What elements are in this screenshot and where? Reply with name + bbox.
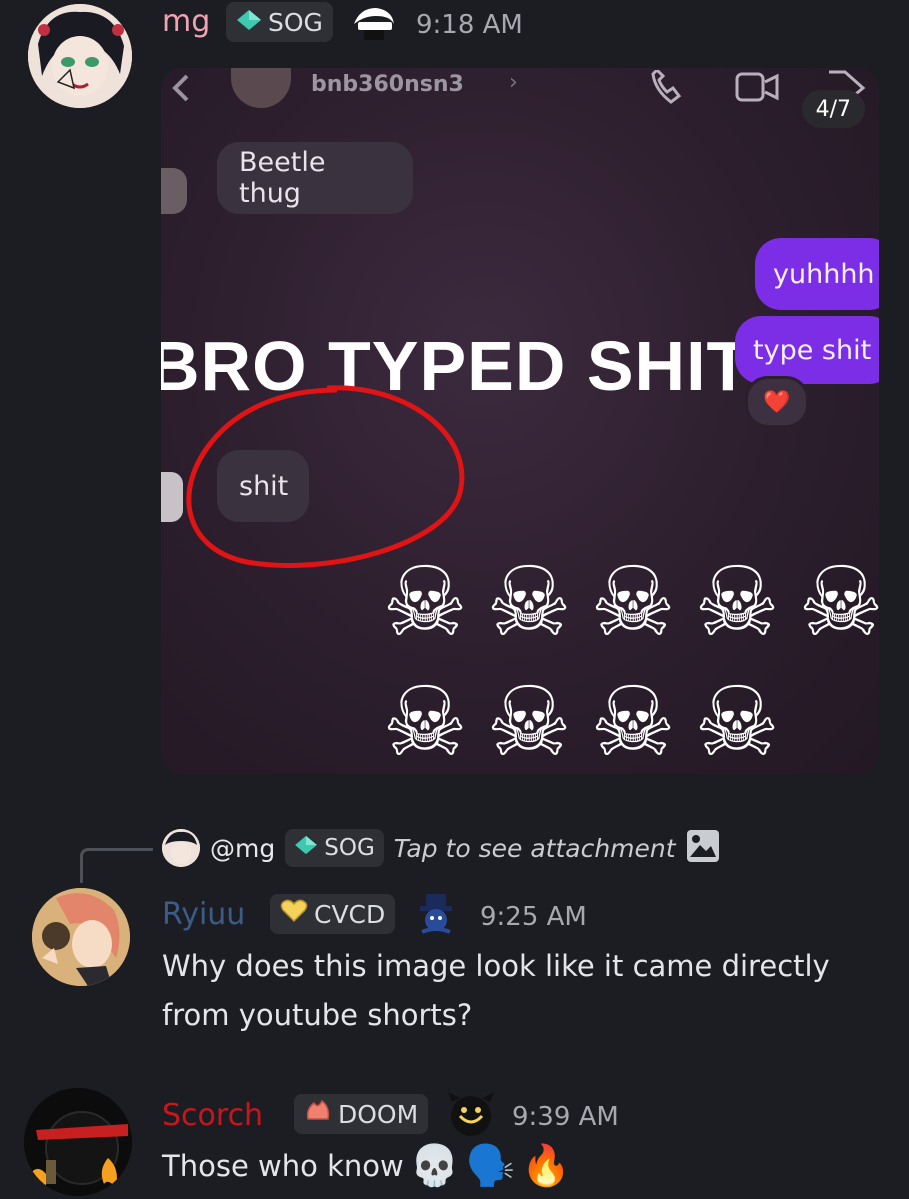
message-text-line1: Why does this image look like it came di… [162, 949, 830, 983]
image-icon [686, 829, 720, 867]
tag-label: CVCD [314, 899, 386, 929]
back-arrow-icon [169, 74, 191, 106]
timestamp: 9:18 AM [416, 10, 523, 40]
chevron-right-icon: › [509, 70, 518, 95]
bubble-beetle-thug: Beetle thug [217, 142, 413, 214]
avatar-ryiuu-image [32, 888, 130, 986]
tag-label: DOOM [338, 1099, 419, 1129]
sender-avatar-small [161, 168, 187, 214]
skull-emoji: 💀 [409, 1143, 460, 1189]
tag-label: SOG [268, 7, 323, 37]
skull-emoji: ☠ [485, 666, 573, 774]
fire-emoji: 🔥 [521, 1143, 572, 1189]
speaking-head-emoji: 🗣️ [465, 1143, 516, 1189]
skull-emoji: ☠ [693, 666, 781, 774]
skull-emoji: ☠ [589, 546, 677, 658]
phone-icon [649, 68, 689, 110]
timestamp: 9:25 AM [480, 902, 587, 932]
tag-cvcd[interactable]: CVCD [270, 894, 396, 934]
chat-header-row: bnb360nsn3 › [161, 68, 879, 108]
reply-avatar [162, 829, 200, 867]
reply-preview[interactable]: @mg SOG Tap to see attachment [162, 826, 720, 870]
image-counter: 4/7 [801, 90, 865, 128]
role-icon-mg [350, 4, 398, 48]
avatar-mg[interactable] [28, 4, 132, 108]
skull-emoji: ☠ [589, 666, 677, 774]
reply-connector [80, 848, 153, 883]
username-mg[interactable]: mg [162, 4, 210, 39]
gem-icon [294, 835, 318, 861]
bubble-type-shit: type shit [735, 316, 879, 384]
tag-doom[interactable]: DOOM [294, 1094, 429, 1134]
avatar-ryiuu[interactable] [32, 888, 130, 986]
video-icon [735, 72, 779, 108]
role-icon-ryiuu [414, 892, 458, 942]
role-icon-scorch [446, 1092, 496, 1142]
contact-avatar [231, 68, 291, 108]
avatar-mg-image [28, 4, 132, 108]
reply-mention[interactable]: @mg [210, 834, 275, 863]
heart-icon [280, 899, 308, 929]
username-ryiuu[interactable]: Ryiuu [162, 897, 245, 932]
reply-attachment-text[interactable]: Tap to see attachment [394, 834, 676, 863]
message-text-scorch: Those who know 💀 🗣️ 🔥 [162, 1142, 571, 1189]
skull-emoji: ☠ [381, 666, 469, 774]
skull-emoji: ☠ [693, 546, 781, 658]
avatar-scorch[interactable] [24, 1088, 132, 1196]
timestamp: 9:39 AM [512, 1102, 619, 1132]
bubble-yuhhhh: yuhhhh [755, 238, 879, 310]
username-scorch[interactable]: Scorch [162, 1098, 263, 1133]
doom-icon [304, 1099, 332, 1129]
contact-name: bnb360nsn3 [311, 72, 464, 97]
skull-emoji: ☠ [485, 546, 573, 658]
image-attachment[interactable]: bnb360nsn3 › 4/7 Beetle thug BRO TYPED S… [161, 68, 879, 774]
reply-tag-sog: SOG [285, 829, 384, 867]
reply-tag-label: SOG [324, 835, 375, 861]
avatar-scorch-image [24, 1088, 132, 1196]
skull-emoji: ☠ [797, 546, 879, 658]
tag-sog[interactable]: SOG [226, 2, 333, 42]
message-text: Those who know [162, 1148, 404, 1183]
gem-icon [236, 8, 262, 37]
skull-emoji: ☠ [381, 546, 469, 658]
heart-reaction: ❤️ [745, 376, 809, 428]
message-text-line2: from youtube shorts? [162, 998, 473, 1032]
